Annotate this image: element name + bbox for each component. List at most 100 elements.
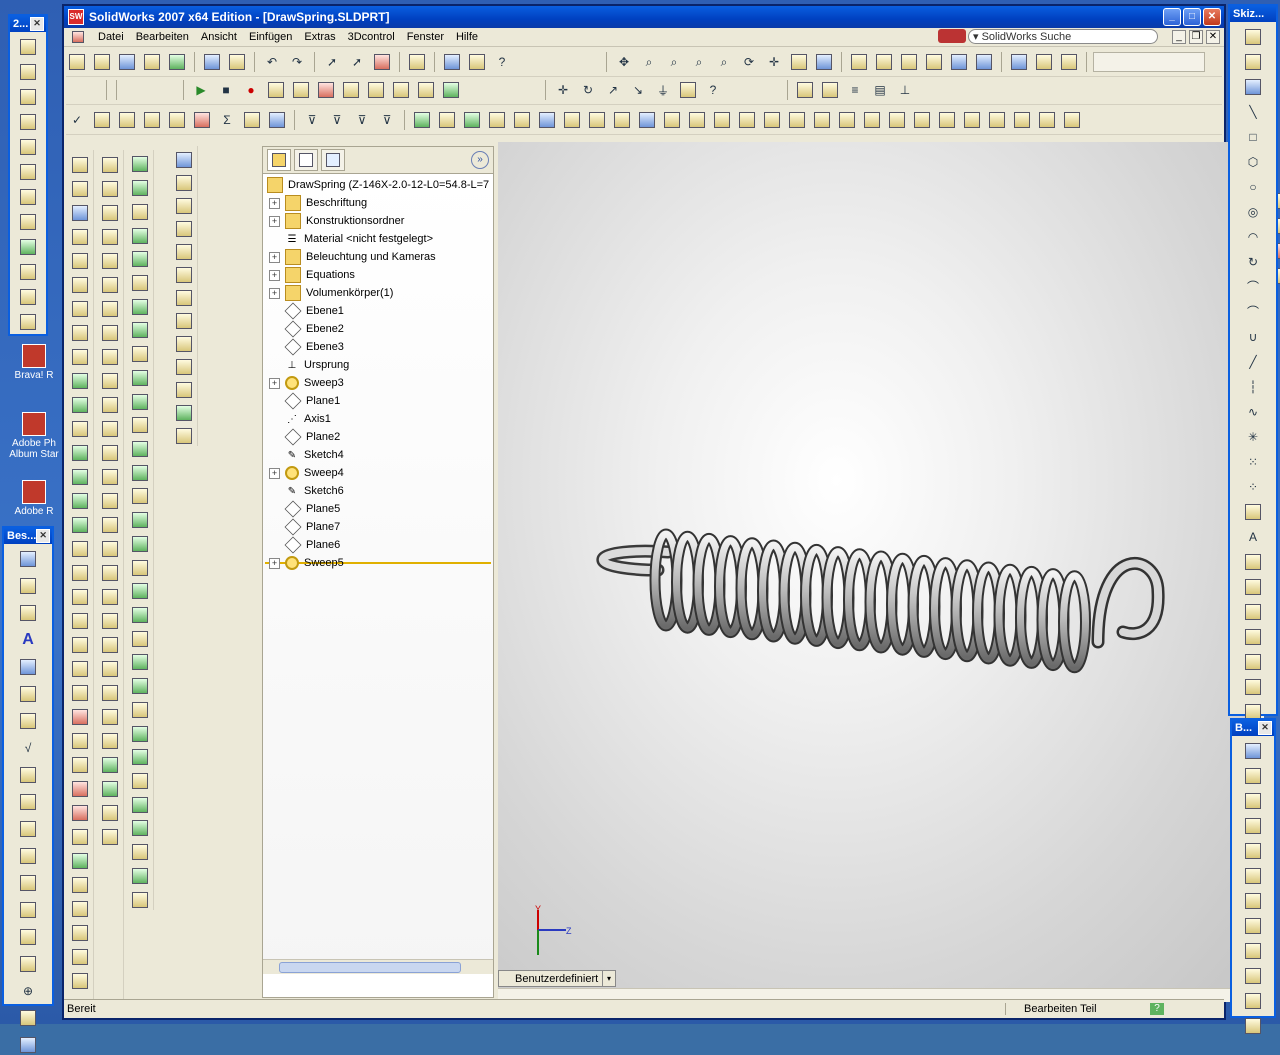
lines-icon[interactable]: ≡: [844, 79, 866, 101]
tolerance-icon[interactable]: [17, 791, 39, 812]
point-icon[interactable]: ✛: [552, 79, 574, 101]
expand-icon[interactable]: +: [269, 377, 280, 389]
weld-1-icon[interactable]: [69, 706, 91, 727]
arc-icon[interactable]: ↻: [577, 79, 599, 101]
search-input[interactable]: ▾ SolidWorks Suche: [968, 29, 1158, 44]
doc-close-button[interactable]: ✕: [1206, 30, 1220, 44]
dim-6-icon[interactable]: [1242, 865, 1264, 886]
tool-a5-icon[interactable]: [99, 250, 121, 271]
sheetmetal-9-icon[interactable]: [69, 346, 91, 367]
circle-icon[interactable]: ○: [1242, 176, 1264, 197]
feat-6-icon[interactable]: [129, 273, 151, 294]
ground-icon[interactable]: ⏚: [652, 79, 674, 101]
tree-item[interactable]: + Konstruktionsordner: [269, 212, 404, 230]
macro-tool-icon[interactable]: [340, 79, 362, 101]
line-arrow-icon[interactable]: ↗: [602, 79, 624, 101]
feat-15-icon[interactable]: [129, 486, 151, 507]
desktop-icon-brava[interactable]: Brava! R: [4, 344, 64, 381]
tangent-arc-icon[interactable]: ↻: [1242, 251, 1264, 272]
menu-ansicht[interactable]: Ansicht: [201, 31, 237, 43]
layer-icon[interactable]: [794, 79, 816, 101]
view-orientation-icon[interactable]: [813, 51, 835, 73]
sel-filter-1-icon[interactable]: [411, 109, 433, 131]
sheetmetal-10-icon[interactable]: [69, 370, 91, 391]
spell-check-icon[interactable]: ✓: [66, 109, 88, 131]
expand-icon[interactable]: +: [269, 251, 280, 263]
circle-perimeter-icon[interactable]: ◎: [1242, 201, 1264, 222]
question-icon[interactable]: ?: [702, 79, 724, 101]
note-icon[interactable]: A: [17, 629, 39, 650]
shaded-edges-icon[interactable]: [923, 51, 945, 73]
tree-horizontal-scrollbar[interactable]: [263, 959, 493, 974]
view-orientation-dropdown[interactable]: Benutzerdefiniert ▾: [498, 970, 616, 987]
weld-10-icon[interactable]: [69, 922, 91, 943]
mold-7-icon[interactable]: [69, 682, 91, 703]
title-bar[interactable]: SW SolidWorks 2007 x64 Edition - [DrawSp…: [64, 6, 1224, 28]
anno-18-icon[interactable]: [17, 1007, 39, 1028]
filter-icon[interactable]: ⊽: [301, 109, 323, 131]
surf-11-icon[interactable]: [173, 380, 195, 400]
hatch-icon[interactable]: ▤: [869, 79, 891, 101]
tree-item[interactable]: Plane1: [269, 392, 340, 410]
feat-23-icon[interactable]: [129, 676, 151, 697]
view-8-icon[interactable]: [17, 211, 39, 232]
surf-8-icon[interactable]: [173, 311, 195, 331]
anno-13-icon[interactable]: [17, 872, 39, 893]
feat-26-icon[interactable]: [129, 747, 151, 768]
macro-tool-3-icon[interactable]: [390, 79, 412, 101]
sheetmetal-3-icon[interactable]: [69, 202, 91, 223]
linear-pattern-icon[interactable]: ⁙: [1242, 451, 1264, 472]
sel-filter-20-icon[interactable]: [886, 109, 908, 131]
sel-filter-13-icon[interactable]: [711, 109, 733, 131]
circular-pattern-icon[interactable]: ⁘: [1242, 476, 1264, 497]
feat-3-icon[interactable]: [129, 201, 151, 222]
doc-restore-button[interactable]: ❐: [1189, 30, 1203, 44]
tool-a8-icon[interactable]: [99, 322, 121, 343]
view-5-icon[interactable]: [17, 136, 39, 157]
mold-3-icon[interactable]: [69, 586, 91, 607]
tool-a22-icon[interactable]: [99, 658, 121, 679]
three-point-arc-icon[interactable]: ⌒: [1242, 276, 1264, 297]
feat-25-icon[interactable]: [129, 723, 151, 744]
palette-title-bar[interactable]: B... ✕: [1232, 720, 1274, 736]
menu-bearbeiten[interactable]: Bearbeiten: [136, 31, 189, 43]
tree-item[interactable]: ✎ Sketch4: [269, 446, 344, 464]
expand-icon[interactable]: +: [269, 557, 280, 569]
feat-7-icon[interactable]: [129, 296, 151, 317]
grid-icon[interactable]: [406, 51, 428, 73]
spell-icon[interactable]: [17, 656, 39, 677]
select-icon[interactable]: ➚: [321, 51, 343, 73]
centerline-icon[interactable]: ╱: [1242, 351, 1264, 372]
stop-macro-icon[interactable]: ■: [215, 79, 237, 101]
curve-6-icon[interactable]: [69, 514, 91, 535]
feat-16-icon[interactable]: [129, 510, 151, 531]
close-button[interactable]: ✕: [1203, 8, 1221, 26]
sel-filter-3-icon[interactable]: [461, 109, 483, 131]
tool-a13-icon[interactable]: [99, 442, 121, 463]
sel-filter-14-icon[interactable]: [736, 109, 758, 131]
surf-2-icon[interactable]: [173, 173, 195, 193]
surf-12-icon[interactable]: [173, 403, 195, 423]
weld-4-icon[interactable]: [69, 778, 91, 799]
feat-32-icon[interactable]: [129, 889, 151, 910]
tree-item[interactable]: + Volumenkörper(1): [269, 284, 393, 302]
sel-filter-16-icon[interactable]: [786, 109, 808, 131]
new-icon[interactable]: [66, 51, 88, 73]
dim-7-icon[interactable]: [1242, 890, 1264, 911]
sheetmetal-8-icon[interactable]: [69, 322, 91, 343]
tree-item[interactable]: ⊥ Ursprung: [269, 356, 350, 374]
sketch-tool-24-icon[interactable]: [1242, 601, 1264, 622]
record-macro-icon[interactable]: ●: [240, 79, 262, 101]
tool-a1-icon[interactable]: [99, 154, 121, 175]
sheetmetal-6-icon[interactable]: [69, 274, 91, 295]
surf-3-icon[interactable]: [173, 196, 195, 216]
anno-7-icon[interactable]: [17, 710, 39, 731]
sel-filter-5-icon[interactable]: [511, 109, 533, 131]
sel-filter-10-icon[interactable]: [636, 109, 658, 131]
rebuild-icon[interactable]: [166, 51, 188, 73]
filter-2-icon[interactable]: ⊽: [326, 109, 348, 131]
dim-5-icon[interactable]: [1242, 840, 1264, 861]
feat-12-icon[interactable]: [129, 415, 151, 436]
feat-14-icon[interactable]: [129, 462, 151, 483]
sel-filter-21-icon[interactable]: [911, 109, 933, 131]
